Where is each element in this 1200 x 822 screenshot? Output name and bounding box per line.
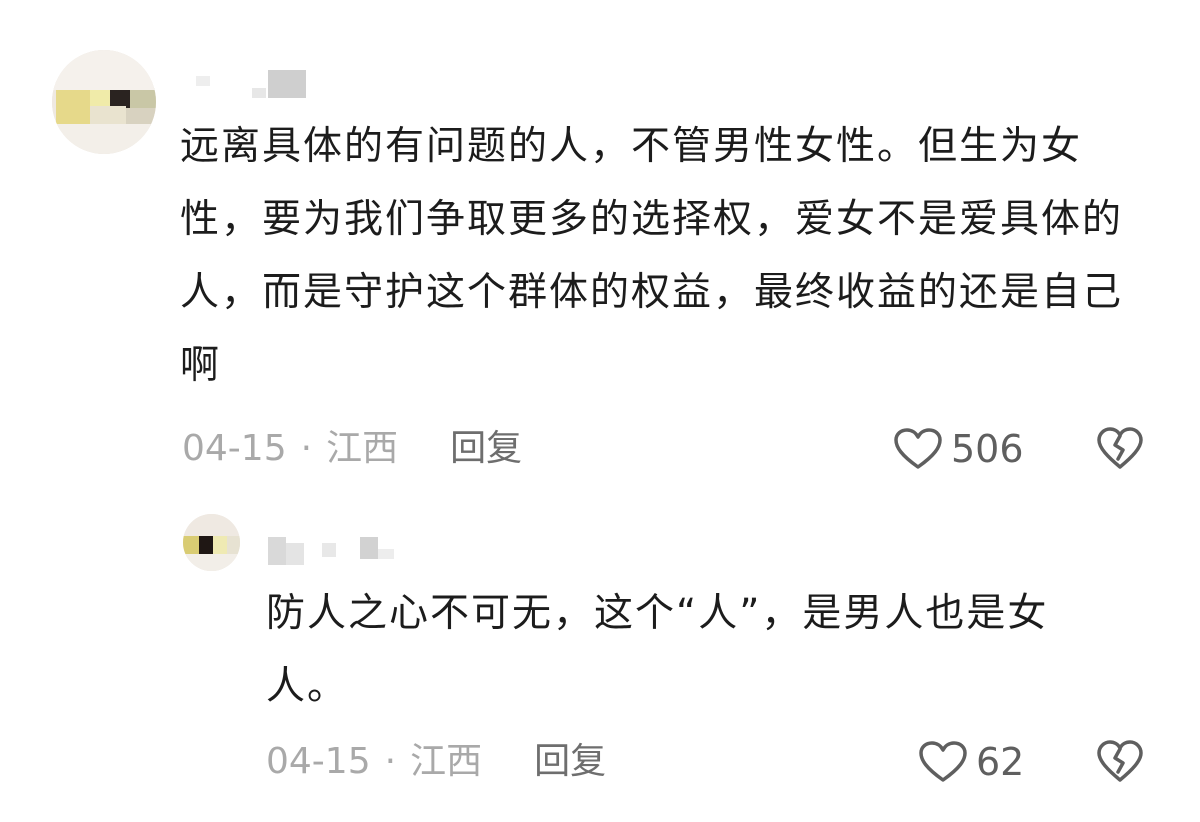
like-count: 506: [951, 427, 1024, 471]
dislike-button[interactable]: [1096, 425, 1144, 473]
reply-like-button[interactable]: 62: [918, 738, 1024, 786]
reply-location: 江西: [410, 741, 483, 782]
reply-like-count: 62: [976, 740, 1025, 784]
heart-outline-icon: [894, 428, 942, 469]
like-button[interactable]: 506: [893, 425, 1024, 473]
comment-meta: 04-15 · 江西 回复: [182, 427, 522, 471]
replier-avatar[interactable]: [183, 514, 240, 571]
reply-text: 防人之心不可无，这个“人”，是男人也是女人。: [266, 591, 1049, 709]
broken-heart-icon: [1097, 427, 1143, 469]
heart-outline-icon: [919, 741, 967, 782]
reply-button[interactable]: 回复: [450, 428, 522, 469]
reply-to-reply-button[interactable]: 回复: [534, 741, 606, 782]
comment-date: 04-15: [182, 428, 287, 469]
commenter-avatar[interactable]: [52, 50, 156, 154]
reply-meta: 04-15 · 江西 回复: [266, 740, 606, 784]
broken-heart-icon: [1097, 740, 1143, 782]
replier-username-redacted[interactable]: [268, 537, 408, 565]
reply-date: 04-15: [266, 741, 371, 782]
comment-thread: 远离具体的有问题的人，不管男性女性。但生为女性，要为我们争取更多的选择权，爱女不…: [0, 0, 1200, 822]
meta-separator: ·: [300, 428, 313, 469]
meta-separator: ·: [384, 741, 397, 782]
commenter-username-redacted[interactable]: [196, 70, 316, 98]
comment-location: 江西: [326, 428, 399, 469]
comment-text: 远离具体的有问题的人，不管男性女性。但生为女性，要为我们争取更多的选择权，爱女不…: [180, 124, 1124, 388]
reply-dislike-button[interactable]: [1096, 738, 1144, 786]
